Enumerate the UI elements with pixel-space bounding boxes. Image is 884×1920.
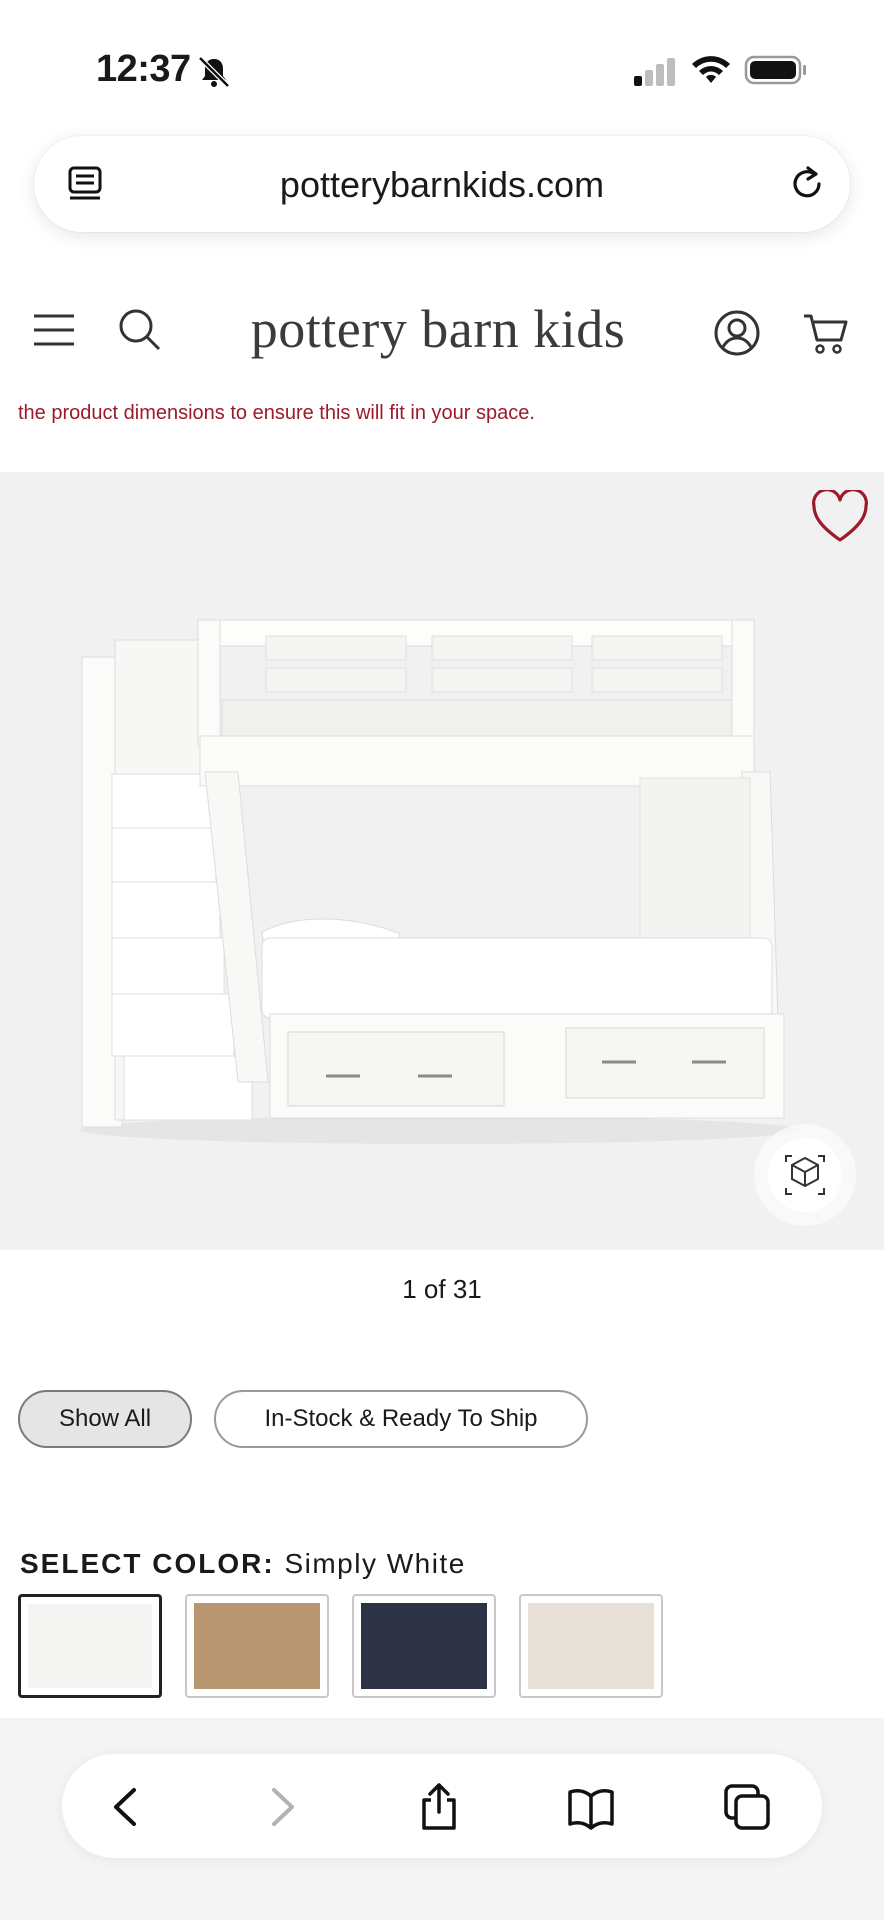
battery-icon [744,55,806,85]
bell-muted-icon [198,56,230,88]
tabs-icon[interactable] [722,1782,772,1832]
favorite-heart-icon[interactable] [810,490,870,544]
show-all-button[interactable]: Show All [18,1390,192,1448]
in-stock-filter-button[interactable]: In-Stock & Ready To Ship [214,1390,588,1448]
signal-icon [634,58,675,86]
image-pager: 1 of 31 [402,1274,482,1304]
swatch-fill [361,1603,487,1689]
wifi-icon [692,56,730,83]
share-icon[interactable] [414,1782,464,1832]
color-swatch-oak[interactable] [185,1594,329,1698]
site-logo[interactable]: pottery barn kids [224,298,652,360]
product-image[interactable] [0,472,884,1250]
hamburger-menu-icon[interactable] [30,310,78,350]
swatch-fill [194,1603,320,1689]
bunk-bed-illustration [80,619,800,1144]
color-heading: SELECT COLOR: Simply White [20,1548,466,1580]
url-text[interactable]: potterybarnkids.com [34,164,850,206]
url-bar[interactable]: potterybarnkids.com [34,136,850,232]
search-icon[interactable] [116,306,164,354]
ar-cube-icon [785,1155,825,1195]
account-icon[interactable] [712,308,762,358]
swatch-fill [528,1603,654,1689]
selected-color: Simply White [284,1548,466,1579]
product-notice: the product dimensions to ensure this wi… [18,402,535,424]
swatch-fill [28,1604,152,1688]
bookmarks-icon[interactable] [566,1782,616,1832]
color-label: SELECT COLOR: [20,1548,275,1579]
browser-toolbar [62,1754,822,1858]
forward-icon[interactable] [256,1782,306,1832]
cart-icon[interactable] [800,308,850,358]
color-swatch-navy[interactable] [352,1594,496,1698]
back-icon[interactable] [102,1782,152,1832]
ar-view-button[interactable] [754,1124,856,1226]
color-swatch-weathered-white[interactable] [519,1594,663,1698]
status-time: 12:37 [96,48,191,90]
color-swatch-simply-white[interactable] [18,1594,162,1698]
reload-icon[interactable] [786,162,828,204]
